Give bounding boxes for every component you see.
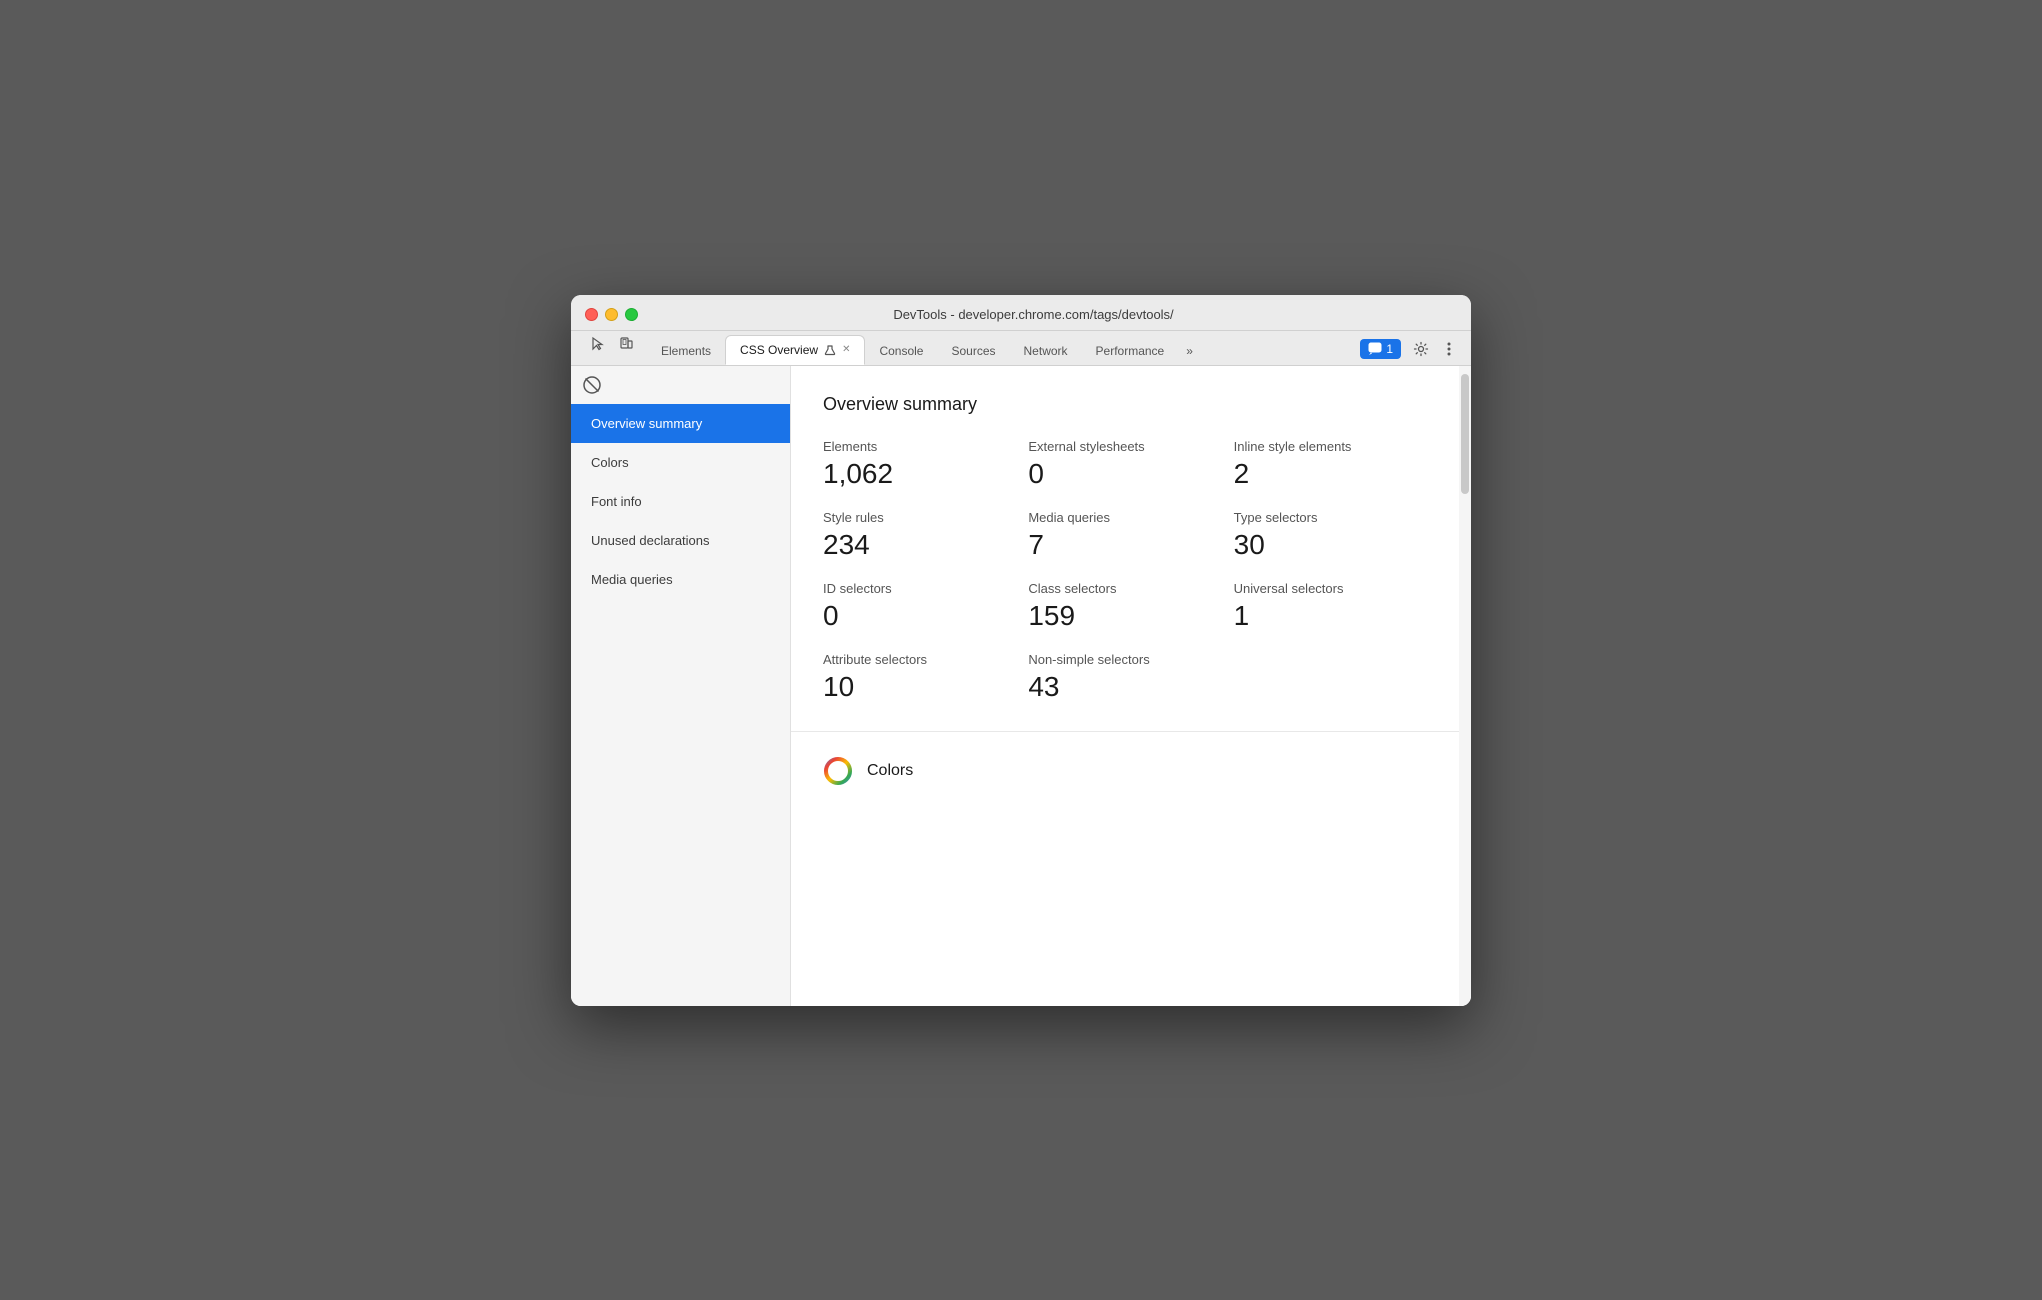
stat-style-rules: Style rules 234 [823,510,1028,561]
stat-attribute-selectors-label: Attribute selectors [823,652,1028,667]
more-tabs-button[interactable]: » [1178,337,1201,365]
overview-summary-title: Overview summary [823,394,1439,415]
stat-id-selectors-value: 0 [823,600,1028,632]
flask-icon [824,344,836,356]
traffic-lights [585,308,638,321]
stat-universal-selectors: Universal selectors 1 [1234,581,1439,632]
cursor-icon [590,336,606,352]
stat-universal-selectors-label: Universal selectors [1234,581,1439,596]
stat-non-simple-selectors-label: Non-simple selectors [1028,652,1233,667]
sidebar-item-overview-summary[interactable]: Overview summary [571,404,790,443]
tab-performance[interactable]: Performance [1082,337,1179,365]
stat-type-selectors-label: Type selectors [1234,510,1439,525]
device-tool-button[interactable] [613,331,639,357]
stat-elements-label: Elements [823,439,1028,454]
window-title: DevTools - developer.chrome.com/tags/dev… [650,307,1417,322]
tab-console[interactable]: Console [865,337,937,365]
notification-button[interactable]: 1 [1360,339,1401,359]
stat-media-queries-label: Media queries [1028,510,1233,525]
more-options-button[interactable] [1441,339,1457,359]
tab-css-overview[interactable]: CSS Overview ✕ [725,335,865,365]
titlebar: DevTools - developer.chrome.com/tags/dev… [571,295,1471,331]
devtools-window: DevTools - developer.chrome.com/tags/dev… [571,295,1471,1006]
close-button[interactable] [585,308,598,321]
stat-attribute-selectors: Attribute selectors 10 [823,652,1028,703]
tab-sources[interactable]: Sources [937,337,1009,365]
stat-elements: Elements 1,062 [823,439,1028,490]
tab-elements[interactable]: Elements [647,337,725,365]
stat-style-rules-label: Style rules [823,510,1028,525]
stat-type-selectors-value: 30 [1234,529,1439,561]
tab-right-actions: 1 [1360,339,1457,365]
sidebar-item-media-queries[interactable]: Media queries [571,560,790,599]
stat-id-selectors-label: ID selectors [823,581,1028,596]
stat-non-simple-selectors-value: 43 [1028,671,1233,703]
maximize-button[interactable] [625,308,638,321]
tab-close-icon[interactable]: ✕ [842,344,850,355]
devtools-body: Overview summary Colors Font info Unused… [571,366,1471,1006]
stat-attribute-selectors-value: 10 [823,671,1028,703]
overview-summary-section: Overview summary Elements 1,062 External… [791,366,1471,732]
stat-external-stylesheets: External stylesheets 0 [1028,439,1233,490]
sidebar-item-font-info[interactable]: Font info [571,482,790,521]
chat-icon [1368,342,1382,356]
cursor-tool-button[interactable] [585,331,611,357]
stat-type-selectors: Type selectors 30 [1234,510,1439,561]
stats-grid: Elements 1,062 External stylesheets 0 In… [823,439,1439,703]
stat-inline-style-value: 2 [1234,458,1439,490]
stat-media-queries: Media queries 7 [1028,510,1233,561]
stat-class-selectors-label: Class selectors [1028,581,1233,596]
stat-external-stylesheets-label: External stylesheets [1028,439,1233,454]
scrollbar-thumb[interactable] [1461,374,1469,494]
sidebar-header [571,366,790,404]
sidebar-item-colors[interactable]: Colors [571,443,790,482]
stat-universal-selectors-value: 1 [1234,600,1439,632]
gear-icon [1413,341,1429,357]
tab-network[interactable]: Network [1010,337,1082,365]
more-vertical-icon [1447,341,1451,357]
stat-inline-style-label: Inline style elements [1234,439,1439,454]
stat-media-queries-value: 7 [1028,529,1233,561]
colors-section-title: Colors [867,762,913,780]
tabs-bar: Elements CSS Overview ✕ Console Sources … [571,331,1471,366]
block-icon [583,376,601,394]
sidebar-nav: Overview summary Colors Font info Unused… [571,404,790,599]
settings-button[interactable] [1407,339,1435,359]
colors-ring-icon [823,756,853,786]
main-content: Overview summary Elements 1,062 External… [791,366,1471,1006]
scrollbar-track [1459,366,1471,1006]
colors-section: Colors [791,732,1471,810]
stat-elements-value: 1,062 [823,458,1028,490]
tool-buttons [585,331,639,365]
sidebar-item-unused-declarations[interactable]: Unused declarations [571,521,790,560]
minimize-button[interactable] [605,308,618,321]
stat-external-stylesheets-value: 0 [1028,458,1233,490]
device-icon [618,336,634,352]
sidebar: Overview summary Colors Font info Unused… [571,366,791,1006]
stat-class-selectors-value: 159 [1028,600,1233,632]
stat-class-selectors: Class selectors 159 [1028,581,1233,632]
stat-non-simple-selectors: Non-simple selectors 43 [1028,652,1233,703]
stat-style-rules-value: 234 [823,529,1028,561]
stat-inline-style-elements: Inline style elements 2 [1234,439,1439,490]
stat-id-selectors: ID selectors 0 [823,581,1028,632]
